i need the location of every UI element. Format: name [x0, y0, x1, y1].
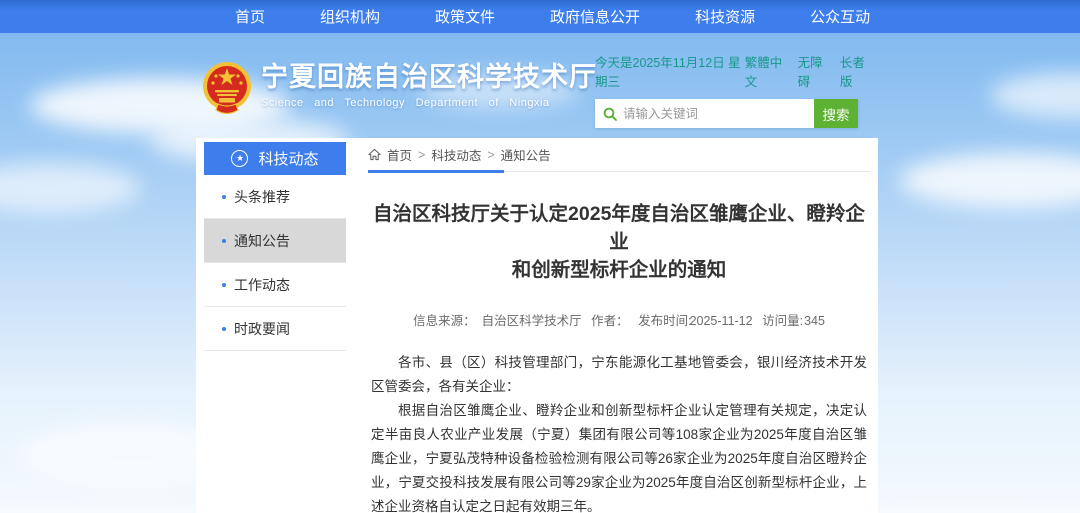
bullet-dot-icon [222, 283, 226, 287]
breadcrumb-notices[interactable]: 通知公告 [501, 145, 551, 164]
nav-item-sci-tech-resources[interactable]: 科技资源 [695, 6, 755, 27]
cloud-decoration [990, 73, 1080, 118]
national-emblem-icon [202, 60, 252, 116]
site-title-english: Science and Technology Department of Nin… [261, 97, 597, 109]
bullet-dot-icon [222, 239, 226, 243]
search-icon [603, 107, 617, 121]
site-logo[interactable]: 宁夏回族自治区科学技术厅 Science and Technology Depa… [202, 60, 597, 116]
sidebar-item-political-news[interactable]: 时政要闻 [204, 307, 346, 351]
article-meta: 信息来源： 自治区科学技术厅 作者： 发布时间:2025-11-12 访问量:34… [368, 310, 870, 329]
meta-author-label: 作者： [591, 314, 629, 328]
search-button[interactable]: 搜索 [814, 99, 858, 128]
bullet-dot-icon [222, 327, 226, 331]
link-elder-version[interactable]: 长者版 [840, 52, 872, 90]
site-title: 宁夏回族自治区科学技术厅 [261, 60, 597, 94]
breadcrumb-active-underline [368, 170, 504, 173]
nav-item-organization[interactable]: 组织机构 [320, 6, 380, 27]
sidebar-item-label: 时政要闻 [234, 319, 290, 339]
cloud-decoration [900, 153, 1080, 208]
breadcrumb: 首页 > 科技动态 > 通知公告 [368, 138, 870, 172]
article-title-line1: 自治区科技厅关于认定2025年度自治区雏鹰企业、瞪羚企业 [368, 200, 870, 256]
search-bar: 搜索 [595, 99, 858, 128]
sidebar-item-notices[interactable]: 通知公告 [204, 219, 346, 263]
circled-star-icon: ★ [231, 150, 248, 167]
link-traditional-chinese[interactable]: 繁體中文 [745, 52, 788, 90]
meta-source-value: 自治区科学技术厅 [482, 314, 582, 328]
bullet-dot-icon [222, 195, 226, 199]
sidebar-item-label: 工作动态 [234, 275, 290, 295]
meta-views-label: 访问量: [762, 314, 803, 328]
sidebar-item-label: 通知公告 [234, 231, 290, 251]
meta-source-label: 信息来源： [413, 314, 476, 328]
search-input[interactable] [623, 107, 806, 121]
meta-publish-label: 发布时间: [638, 314, 691, 328]
breadcrumb-sci-tech-dynamics[interactable]: 科技动态 [431, 145, 481, 164]
meta-views-value: 345 [804, 314, 825, 328]
main-content: 首页 > 科技动态 > 通知公告 自治区科技厅关于认定2025年度自治区雏鹰企业… [368, 138, 870, 513]
article-body: 各市、县（区）科技管理部门，宁东能源化工基地管委会，银川经济技术开发区管委会，各… [368, 351, 870, 513]
current-date-text: 今天是2025年11月12日 星期三 [595, 52, 745, 90]
link-accessibility[interactable]: 无障碍 [798, 52, 830, 90]
cloud-decoration [0, 163, 140, 213]
breadcrumb-home[interactable]: 首页 [387, 145, 412, 164]
sidebar-item-work-dynamics[interactable]: 工作动态 [204, 263, 346, 307]
home-icon [368, 148, 381, 161]
sidebar-item-headline-recommend[interactable]: 头条推荐 [204, 175, 346, 219]
article-paragraph: 各市、县（区）科技管理部门，宁东能源化工基地管委会，银川经济技术开发区管委会，各… [371, 351, 867, 399]
header-right: 今天是2025年11月12日 星期三 繁體中文 无障碍 长者版 搜索 [595, 52, 872, 128]
sidebar: ★ 科技动态 头条推荐 通知公告 工作动态 时政要闻 [204, 142, 346, 351]
article-title: 自治区科技厅关于认定2025年度自治区雏鹰企业、瞪羚企业 和创新型标杆企业的通知 [368, 200, 870, 284]
nav-item-home[interactable]: 首页 [235, 6, 265, 27]
content-card: ★ 科技动态 头条推荐 通知公告 工作动态 时政要闻 首页 [196, 138, 878, 513]
sidebar-item-label: 头条推荐 [234, 187, 290, 207]
top-navigation: 首页 组织机构 政策文件 政府信息公开 科技资源 公众互动 [0, 0, 1080, 33]
article-paragraph: 根据自治区雏鹰企业、瞪羚企业和创新型标杆企业认定管理有关规定，决定认定半亩良人农… [371, 399, 867, 513]
breadcrumb-separator: > [487, 148, 494, 162]
sidebar-title: 科技动态 [258, 148, 318, 169]
nav-item-policy-documents[interactable]: 政策文件 [435, 6, 495, 27]
nav-item-public-interaction[interactable]: 公众互动 [810, 6, 870, 27]
meta-publish-date: 2025-11-12 [690, 314, 753, 328]
nav-item-gov-info-disclosure[interactable]: 政府信息公开 [550, 6, 640, 27]
article-title-line2: 和创新型标杆企业的通知 [368, 256, 870, 284]
breadcrumb-separator: > [418, 148, 425, 162]
sidebar-header: ★ 科技动态 [204, 142, 346, 175]
